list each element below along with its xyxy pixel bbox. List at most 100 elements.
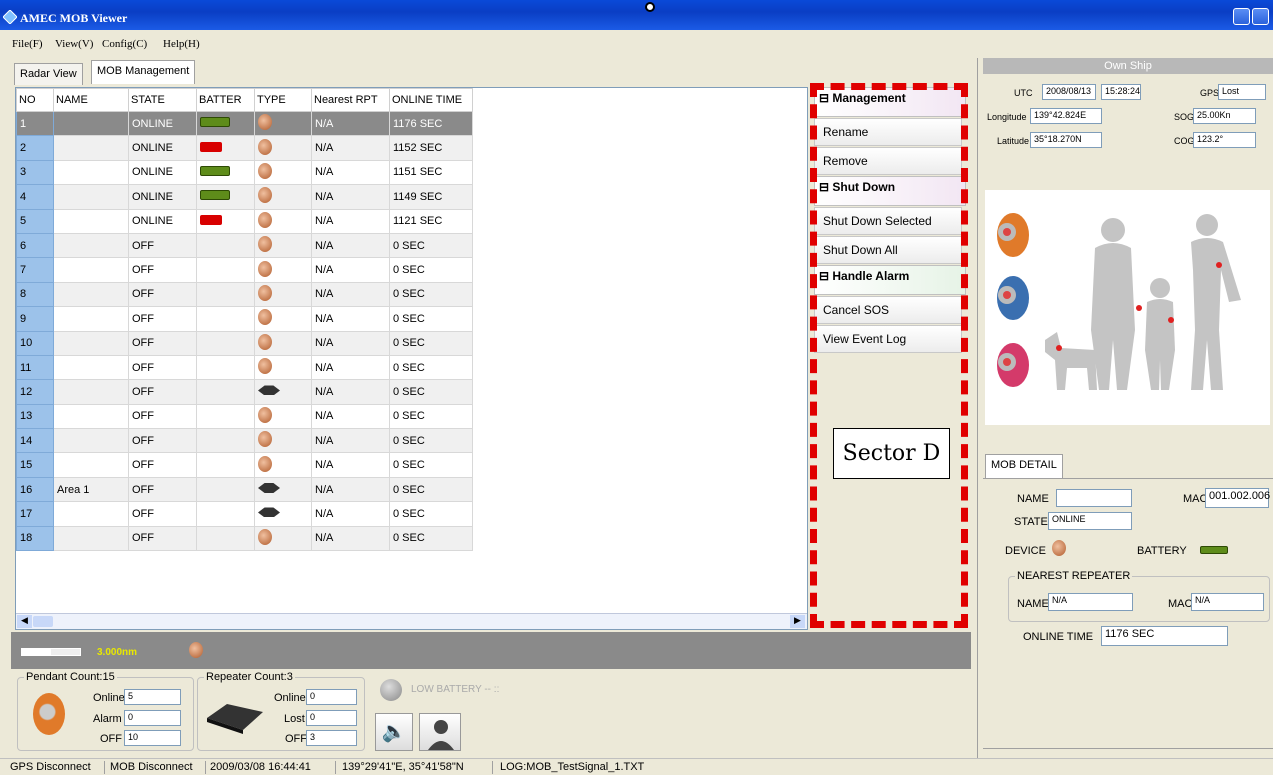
table-row[interactable]: 7 OFF N/A 0 SEC <box>16 257 473 283</box>
row-battery <box>196 428 255 454</box>
latitude-field[interactable]: 35°18.270N <box>1030 132 1102 148</box>
pendant-off-field[interactable]: 10 <box>124 730 181 746</box>
mob-state-field[interactable]: ONLINE <box>1048 512 1132 530</box>
repeater-icon <box>258 483 280 494</box>
rep-online-field[interactable]: 0 <box>306 689 357 705</box>
table-row[interactable]: 4 ONLINE N/A 1149 SEC <box>16 184 473 210</box>
table-row[interactable]: 16 Area 1 OFF N/A 0 SEC <box>16 476 473 503</box>
pendant-icon <box>258 431 272 448</box>
battery-good-icon <box>1200 546 1228 554</box>
row-online-time: 1176 SEC <box>389 110 473 137</box>
panel-divider <box>977 58 978 758</box>
table-row[interactable]: 13 OFF N/A 0 SEC <box>16 403 473 430</box>
row-online-time: 0 SEC <box>389 257 473 283</box>
table-row[interactable]: 2 ONLINE N/A 1152 SEC <box>16 135 473 161</box>
rep-online-label: Online <box>274 692 306 704</box>
minimize-button[interactable] <box>1233 8 1250 25</box>
row-battery <box>196 110 255 137</box>
table-row[interactable]: 8 OFF N/A 0 SEC <box>16 281 473 308</box>
table-row[interactable]: 9 OFF N/A 0 SEC <box>16 306 473 332</box>
pendant-online-field[interactable]: 5 <box>124 689 181 705</box>
nearest-repeater-title: NEAREST REPEATER <box>1015 570 1133 582</box>
menu-file[interactable]: File(F) <box>12 38 43 50</box>
horizontal-scrollbar[interactable]: ◀ ▶ <box>16 613 807 629</box>
table-row[interactable]: 11 OFF N/A 0 SEC <box>16 354 473 381</box>
mob-state-label: STATE <box>1014 516 1048 528</box>
cog-field[interactable]: 123.2° <box>1193 132 1256 148</box>
tab-radar-view[interactable]: Radar View <box>14 63 83 85</box>
row-battery <box>196 330 255 356</box>
person-button[interactable] <box>419 713 461 751</box>
table-row[interactable]: 10 OFF N/A 0 SEC <box>16 330 473 356</box>
speaker-icon: 🔈 <box>381 721 407 743</box>
longitude-label: Longitude <box>987 112 1027 122</box>
utc-time-field[interactable]: 15:28:24 <box>1101 84 1141 100</box>
repeater-name-field[interactable]: N/A <box>1048 593 1133 611</box>
col-type[interactable]: TYPE <box>254 88 312 112</box>
repeater-mac-field[interactable]: N/A <box>1191 593 1264 611</box>
col-online-time[interactable]: ONLINE TIME <box>389 88 473 112</box>
col-no[interactable]: NO <box>16 88 54 112</box>
table-row[interactable]: 17 OFF N/A 0 SEC <box>16 501 473 527</box>
speaker-button[interactable]: 🔈 <box>375 713 413 751</box>
close-button[interactable] <box>1252 8 1269 25</box>
tab-mob-management[interactable]: MOB Management <box>91 60 196 84</box>
scroll-right-icon[interactable]: ▶ <box>790 615 805 628</box>
row-number: 15 <box>16 452 54 478</box>
sog-field[interactable]: 25.00Kn <box>1193 108 1256 124</box>
row-state: OFF <box>128 476 197 503</box>
col-battery[interactable]: BATTER <box>196 88 255 112</box>
row-number: 13 <box>16 403 54 430</box>
row-nearest-rpt: N/A <box>311 525 390 552</box>
pendant-icon <box>258 162 272 179</box>
utc-date-field[interactable]: 2008/08/13 <box>1042 84 1096 100</box>
pendant-icon <box>258 406 272 423</box>
mob-mac-field[interactable]: 001.002.006 <box>1205 488 1270 508</box>
col-state[interactable]: STATE <box>128 88 197 112</box>
mob-name-field[interactable] <box>1056 489 1132 507</box>
rep-off-field[interactable]: 3 <box>306 730 357 746</box>
row-state: OFF <box>128 257 197 283</box>
menu-view[interactable]: View(V) <box>55 38 93 50</box>
table-row[interactable]: 6 OFF N/A 0 SEC <box>16 232 473 259</box>
online-time-field[interactable]: 1176 SEC <box>1101 626 1228 646</box>
title-bar: AMEC MOB Viewer <box>0 0 1273 30</box>
scroll-left-icon[interactable]: ◀ <box>17 615 32 628</box>
gps-field[interactable]: Lost <box>1218 84 1266 100</box>
row-name: Area 1 <box>53 476 129 503</box>
table-row[interactable]: 18 OFF N/A 0 SEC <box>16 525 473 552</box>
scroll-thumb[interactable] <box>33 616 53 627</box>
row-battery <box>196 306 255 332</box>
pendant-count-title: Pendant Count:15 <box>24 671 117 683</box>
row-number: 11 <box>16 354 54 381</box>
status-separator <box>205 761 206 774</box>
menu-config[interactable]: Config(C) <box>102 38 147 50</box>
pendant-icon <box>258 187 272 204</box>
col-nearest-rpt[interactable]: Nearest RPT <box>311 88 390 112</box>
pendant-online-label: Online <box>93 692 125 704</box>
table-row[interactable]: 15 OFF N/A 0 SEC <box>16 452 473 478</box>
row-nearest-rpt: N/A <box>311 501 390 527</box>
row-nearest-rpt: N/A <box>311 403 390 430</box>
table-row[interactable]: 3 ONLINE N/A 1151 SEC <box>16 159 473 186</box>
status-bar: GPS Disconnect MOB Disconnect 2009/03/08… <box>0 758 1273 775</box>
table-row[interactable]: 1 ONLINE N/A 1176 SEC <box>16 110 473 137</box>
row-name <box>53 135 129 161</box>
table-row[interactable]: 12 OFF N/A 0 SEC <box>16 379 473 405</box>
row-online-time: 0 SEC <box>389 452 473 478</box>
scale-pendant-icon[interactable] <box>189 642 203 658</box>
col-name[interactable]: NAME <box>53 88 129 112</box>
menu-help[interactable]: Help(H) <box>163 38 200 50</box>
row-state: OFF <box>128 232 197 259</box>
table-row[interactable]: 14 OFF N/A 0 SEC <box>16 428 473 454</box>
row-type <box>254 208 312 234</box>
tab-mob-detail[interactable]: MOB DETAIL <box>985 454 1063 478</box>
row-battery <box>196 476 255 503</box>
row-name <box>53 110 129 137</box>
pendant-alarm-field[interactable]: 0 <box>124 710 181 726</box>
row-type <box>254 354 312 381</box>
rep-lost-field[interactable]: 0 <box>306 710 357 726</box>
table-row[interactable]: 5 ONLINE N/A 1121 SEC <box>16 208 473 234</box>
longitude-field[interactable]: 139°42.824E <box>1030 108 1102 124</box>
menu-bar: File(F) View(V) Config(C) Help(H) <box>0 32 1273 54</box>
